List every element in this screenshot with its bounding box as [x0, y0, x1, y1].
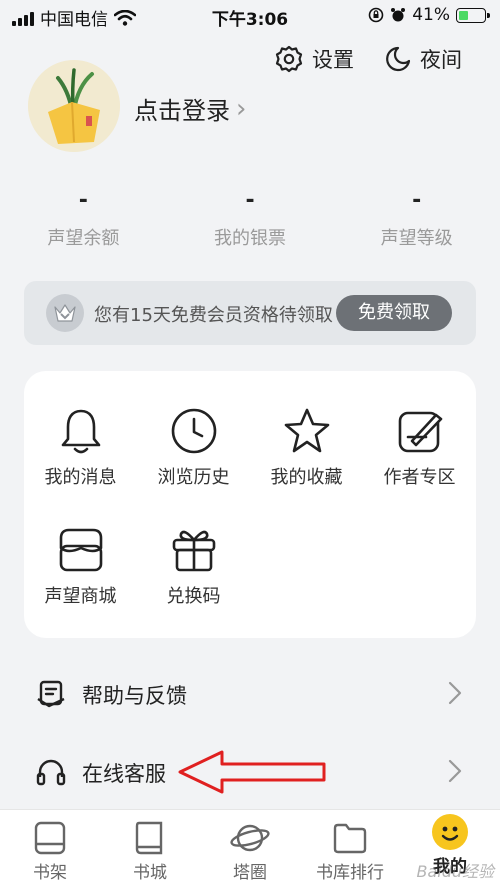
stat-reputation-balance[interactable]: - 声望余额 — [0, 188, 167, 250]
annotation-arrow — [178, 750, 326, 794]
nav-label: 书架 — [33, 863, 67, 883]
list-label: 帮助与反馈 — [82, 684, 187, 708]
nav-tower-circle[interactable]: 塔圈 — [200, 810, 300, 888]
list-label: 在线客服 — [82, 762, 166, 786]
crown-badge-icon — [46, 294, 84, 332]
stat-silver-tickets[interactable]: - 我的银票 — [167, 188, 334, 250]
headset-icon — [36, 759, 66, 786]
book-icon — [135, 821, 163, 855]
nav-bookshelf[interactable]: 书架 — [0, 810, 100, 888]
moon-icon — [386, 46, 411, 72]
stat-label: 我的银票 — [214, 228, 286, 249]
gear-icon — [275, 45, 303, 73]
stat-value: - — [78, 188, 88, 213]
chevron-right-icon — [448, 681, 462, 705]
stat-value: - — [412, 188, 422, 213]
menu-label: 作者专区 — [383, 467, 456, 488]
login-link[interactable]: 点击登录 › — [134, 91, 246, 126]
claim-free-button[interactable]: 免费领取 — [336, 295, 452, 331]
member-banner[interactable]: 您有15天免费会员资格待领取 免费领取 — [24, 281, 476, 345]
smiley-icon — [432, 814, 468, 850]
pen-icon — [398, 411, 442, 453]
menu-redeem-code[interactable]: 兑换码 — [137, 526, 250, 608]
stat-label: 声望余额 — [47, 228, 120, 249]
login-chevron: › — [236, 93, 247, 124]
folder-icon — [333, 823, 367, 854]
battery-percent: 41% — [412, 5, 450, 25]
settings-label: 设置 — [312, 48, 354, 72]
login-label: 点击登录 — [134, 97, 230, 125]
menu-my-messages[interactable]: 我的消息 — [24, 407, 137, 489]
avatar[interactable] — [28, 60, 120, 152]
store-icon — [59, 528, 102, 572]
nav-library-ranking[interactable]: 书库排行 — [300, 810, 400, 888]
chevron-right-icon — [448, 759, 462, 783]
nav-label: 塔圈 — [233, 863, 267, 883]
bottom-nav: 书架 书城 塔圈 书库排行 我的 Baidu经验 — [0, 809, 500, 888]
alarm-icon — [391, 8, 406, 22]
menu-label: 浏览历史 — [157, 467, 230, 488]
stat-label: 声望等级 — [380, 228, 453, 249]
stats-row: - 声望余额 - 我的银票 - 声望等级 — [0, 188, 500, 250]
nav-bookstore[interactable]: 书城 — [100, 810, 200, 888]
night-mode-button[interactable]: 夜间 — [384, 44, 462, 74]
avatar-book-plant-image — [28, 60, 120, 152]
stat-value: - — [245, 188, 255, 213]
watermark: Baidu经验 — [416, 862, 494, 881]
bookshelf-icon — [34, 821, 66, 855]
member-banner-text: 您有15天免费会员资格待领取 — [94, 305, 333, 326]
menu-label: 我的收藏 — [270, 467, 343, 488]
menu-my-favorites[interactable]: 我的收藏 — [250, 407, 363, 489]
settings-button[interactable]: 设置 — [274, 44, 354, 74]
status-right: 41% — [368, 5, 490, 25]
menu-reputation-store[interactable]: 声望商城 — [24, 526, 137, 608]
help-feedback-row[interactable]: 帮助与反馈 — [0, 659, 500, 729]
menu-browse-history[interactable]: 浏览历史 — [137, 407, 250, 489]
menu-label: 兑换码 — [166, 586, 221, 607]
star-icon — [284, 408, 329, 453]
nav-label: 书库排行 — [316, 863, 384, 883]
menu-label: 声望商城 — [44, 586, 117, 607]
bell-icon — [61, 409, 100, 454]
nav-label: 书城 — [133, 863, 167, 883]
night-label: 夜间 — [420, 48, 462, 72]
planet-icon — [230, 824, 270, 852]
menu-label: 我的消息 — [44, 467, 117, 488]
clock-icon — [171, 408, 216, 454]
status-bar: 中国电信 下午3:06 41% — [0, 0, 500, 34]
gift-icon — [172, 530, 215, 572]
orientation-lock-icon — [368, 7, 384, 23]
stat-reputation-level[interactable]: - 声望等级 — [333, 188, 500, 250]
help-icon — [37, 680, 65, 708]
menu-author-zone[interactable]: 作者专区 — [363, 407, 476, 489]
menu-card: 我的消息 浏览历史 我的收藏 作者专区 声望商城 兑换码 — [24, 371, 476, 638]
battery-icon — [456, 7, 490, 23]
top-actions: 设置 夜间 — [274, 44, 462, 74]
